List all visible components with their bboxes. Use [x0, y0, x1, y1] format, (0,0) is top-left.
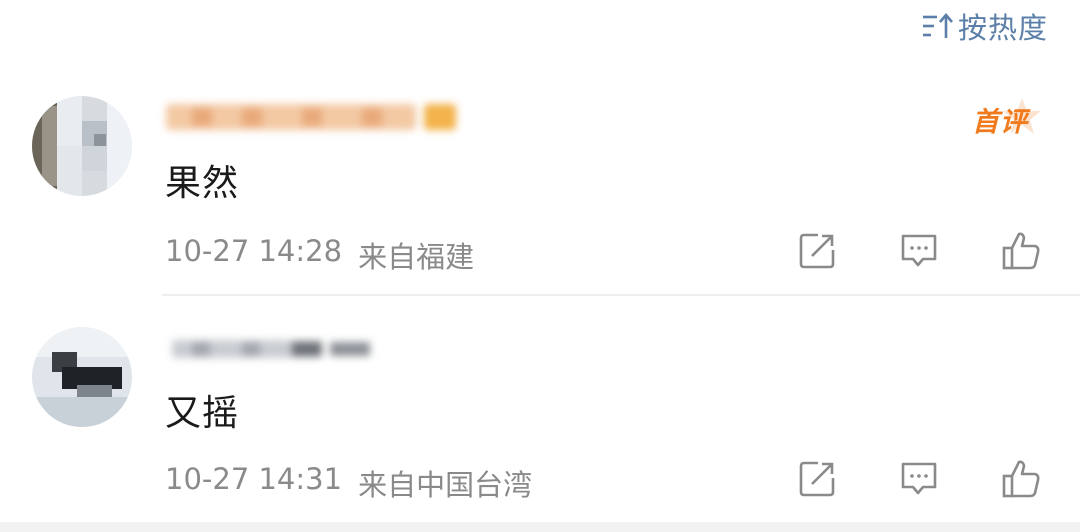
comment-actions [796, 458, 1042, 500]
sort-icon [922, 13, 953, 38]
badge-label: 首评 [972, 107, 1028, 138]
share-button[interactable] [796, 230, 838, 272]
avatar[interactable] [32, 327, 132, 427]
comment-text: 又摇 [165, 393, 240, 434]
location: 来自福建 [358, 240, 475, 274]
like-icon [1002, 232, 1040, 270]
sort-label: 按热度 [957, 11, 1048, 45]
comment-actions [796, 230, 1042, 272]
timestamp: 10-27 14:28 [165, 234, 343, 268]
share-button[interactable] [796, 458, 838, 500]
bottom-divider-strip [0, 522, 1080, 532]
comment-icon [901, 462, 937, 495]
comment-text: 果然 [165, 163, 240, 204]
comment-button[interactable] [898, 230, 940, 272]
comment-meta: 10-27 14:28 来自福建 [165, 234, 474, 276]
first-comment-badge: 首评 [972, 96, 1042, 142]
avatar[interactable] [32, 96, 132, 196]
like-button[interactable] [1000, 230, 1042, 272]
username-blurred[interactable] [162, 328, 382, 368]
comment-button[interactable] [898, 458, 940, 500]
comment-divider [162, 294, 1080, 296]
username-blurred[interactable] [162, 98, 462, 138]
sort-by-popularity[interactable]: 按热度 [920, 6, 1048, 46]
comment-meta: 10-27 14:31 来自中国台湾 [165, 462, 532, 504]
like-icon [1002, 460, 1040, 498]
comment-icon [901, 234, 937, 267]
timestamp: 10-27 14:31 [165, 462, 343, 496]
like-button[interactable] [1000, 458, 1042, 500]
share-icon [799, 461, 835, 497]
share-icon [799, 233, 835, 269]
location: 来自中国台湾 [358, 468, 533, 502]
